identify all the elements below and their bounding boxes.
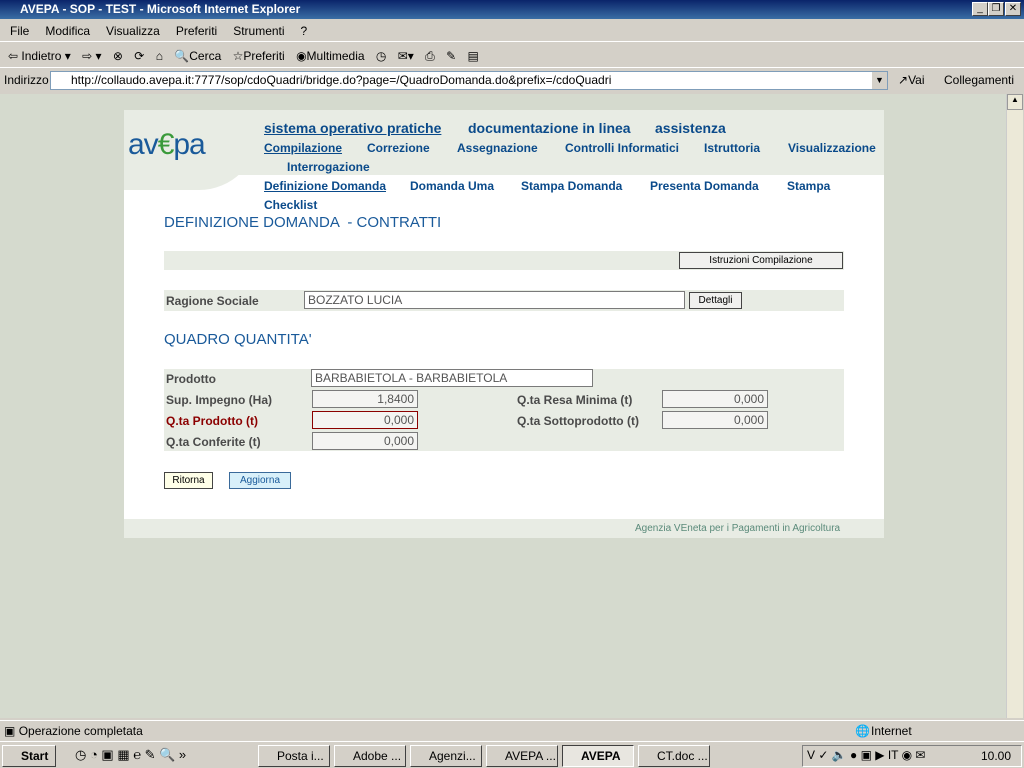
menu-file[interactable]: File (10, 24, 29, 38)
tray-icons[interactable]: V ✓ 🔈 ● ▣ ▶ IT ◉ ✉ (807, 748, 925, 762)
menu-bar: File Modifica Visualizza Preferiti Strumenti… (0, 20, 1024, 42)
sup-input[interactable]: 1,8400 (312, 390, 418, 408)
history-icon[interactable]: ◷ (376, 49, 386, 63)
go-button[interactable]: ↗Vai (898, 71, 925, 90)
resa-input[interactable]: 0,000 (662, 390, 768, 408)
nav-interrogazione[interactable]: Interrogazione (287, 160, 370, 174)
toolbar: ⇦ Indietro ▾ ⇨ ▾ ⊗ ⟳ ⌂ 🔍Cerca ☆Preferiti… (0, 44, 1024, 68)
mail-icon[interactable]: ✉▾ (398, 49, 414, 63)
prodotto-input[interactable]: BARBABIETOLA - BARBABIETOLA (311, 369, 593, 387)
media-label: Multimedia (306, 49, 365, 63)
search-label: Cerca (189, 49, 222, 63)
window-title: AVEPA - SOP - TEST - Microsoft Internet … (0, 0, 1024, 19)
nav-istruttoria[interactable]: Istruttoria (704, 141, 760, 155)
task-posta[interactable]: Posta i... (258, 745, 330, 767)
conferite-input[interactable]: 0,000 (312, 432, 418, 450)
minimize-button[interactable]: _ (972, 2, 988, 16)
back-page-button[interactable]: Ritorna (164, 472, 213, 489)
menu-visualizza[interactable]: Visualizza (106, 24, 160, 38)
nav-assegnazione[interactable]: Assegnazione (457, 141, 538, 155)
links-button[interactable]: Collegamenti (944, 71, 1014, 90)
zone-text: Internet (871, 724, 912, 738)
subnav-stampa[interactable]: Stampa (787, 179, 830, 193)
nav-visualizzazione[interactable]: Visualizzazione (788, 141, 876, 155)
back-label: Indietro (21, 49, 62, 63)
subnav-stampa-domanda[interactable]: Stampa Domanda (521, 179, 622, 193)
page-icon: ▣ (4, 724, 16, 738)
nav-compilazione[interactable]: Compilazione (264, 141, 342, 155)
menu-preferiti[interactable]: Preferiti (176, 24, 217, 38)
task-avepa-2[interactable]: AVEPA ... (562, 745, 634, 767)
start-button[interactable]: Start (2, 745, 56, 767)
taskbar: Start ◷ ◔ ▣ ▦ ℮ ✎ 🔍 » Posta i... Adobe .… (0, 741, 1024, 768)
search-button[interactable]: 🔍Cerca (174, 49, 221, 63)
media-button[interactable]: ◉Multimedia (296, 49, 365, 63)
nav-controlli[interactable]: Controlli Informatici (565, 141, 679, 155)
section-title: QUADRO QUANTITA' (164, 331, 312, 348)
print-icon[interactable]: ⎙ (425, 49, 435, 63)
close-button[interactable]: ✕ (1005, 2, 1021, 16)
address-dropdown[interactable]: ▼ (872, 72, 887, 89)
sotto-input[interactable]: 0,000 (662, 411, 768, 429)
topnav-assistenza[interactable]: assistenza (655, 120, 726, 136)
go-label: Vai (908, 73, 925, 87)
discuss-icon[interactable]: ▤ (468, 49, 479, 63)
home-icon[interactable]: ⌂ (156, 49, 163, 63)
clock: 10.00 (981, 749, 1012, 763)
subnav-presenta[interactable]: Presenta Domanda (650, 179, 759, 193)
topnav-docs[interactable]: documentazione in linea (468, 120, 631, 136)
task-avepa-1[interactable]: AVEPA ... (486, 745, 558, 767)
quick-launch[interactable]: ◷ ◔ ▣ ▦ ℮ ✎ 🔍 » (75, 747, 186, 763)
edit-icon[interactable]: ✎ (446, 49, 456, 63)
maximize-button[interactable]: ❐ (988, 2, 1004, 16)
status-text: Operazione completata (18, 724, 143, 738)
scroll-up-button[interactable]: ▲ (1007, 94, 1023, 110)
page-title: DEFINIZIONE DOMANDA - CONTRATTI (164, 214, 442, 231)
system-tray: V ✓ 🔈 ● ▣ ▶ IT ◉ ✉ 10.00 (802, 745, 1022, 767)
back-button[interactable]: ⇦ Indietro ▾ (8, 49, 71, 63)
instructions-button[interactable]: Istruzioni Compilazione (679, 252, 843, 269)
prodotto-label: Prodotto (166, 372, 216, 386)
address-input[interactable]: http://collaudo.avepa.it:7777/sop/cdoQua… (50, 71, 888, 90)
menu-help[interactable]: ? (301, 24, 308, 38)
task-adobe[interactable]: Adobe ... (334, 745, 406, 767)
ragione-label: Ragione Sociale (166, 294, 259, 308)
address-label: Indirizzo (4, 73, 49, 87)
nav-correzione[interactable]: Correzione (367, 141, 430, 155)
sotto-label: Q.ta Sottoprodotto (t) (517, 414, 639, 428)
details-button[interactable]: Dettagli (689, 292, 742, 309)
task-ct-doc[interactable]: CT.doc ... (638, 745, 710, 767)
menu-modifica[interactable]: Modifica (45, 24, 90, 38)
footer-text: Agenzia VEneta per i Pagamenti in Agrico… (635, 523, 841, 534)
forward-button[interactable]: ⇨ ▾ (82, 49, 101, 63)
refresh-icon[interactable]: ⟳ (134, 49, 144, 63)
subnav-definizione[interactable]: Definizione Domanda (264, 179, 386, 193)
prodotto-q-label: Q.ta Prodotto (t) (166, 414, 258, 428)
vertical-scrollbar[interactable]: ▲ (1006, 94, 1023, 718)
subnav-uma[interactable]: Domanda Uma (410, 179, 494, 193)
ragione-input[interactable]: BOZZATO LUCIA (304, 291, 685, 309)
task-agenzia[interactable]: Agenzi... (410, 745, 482, 767)
sup-label: Sup. Impegno (Ha) (166, 393, 272, 407)
update-button[interactable]: Aggiorna (229, 472, 291, 489)
prodotto-q-input[interactable]: 0,000 (312, 411, 418, 429)
conferite-label: Q.ta Conferite (t) (166, 435, 261, 449)
status-bar: ▣ Operazione completata 🌐 Internet (0, 720, 1024, 741)
resa-label: Q.ta Resa Minima (t) (517, 393, 633, 407)
favorites-label: Preferiti (243, 49, 285, 63)
topnav-sop[interactable]: sistema operativo pratiche (264, 120, 441, 136)
menu-strumenti[interactable]: Strumenti (233, 24, 284, 38)
avepa-logo: av€pa (128, 128, 206, 161)
subnav-checklist[interactable]: Checklist (264, 198, 317, 212)
globe-icon: 🌐 (855, 724, 870, 738)
favorites-button[interactable]: ☆Preferiti (233, 49, 285, 63)
stop-icon[interactable]: ⊗ (113, 49, 123, 63)
